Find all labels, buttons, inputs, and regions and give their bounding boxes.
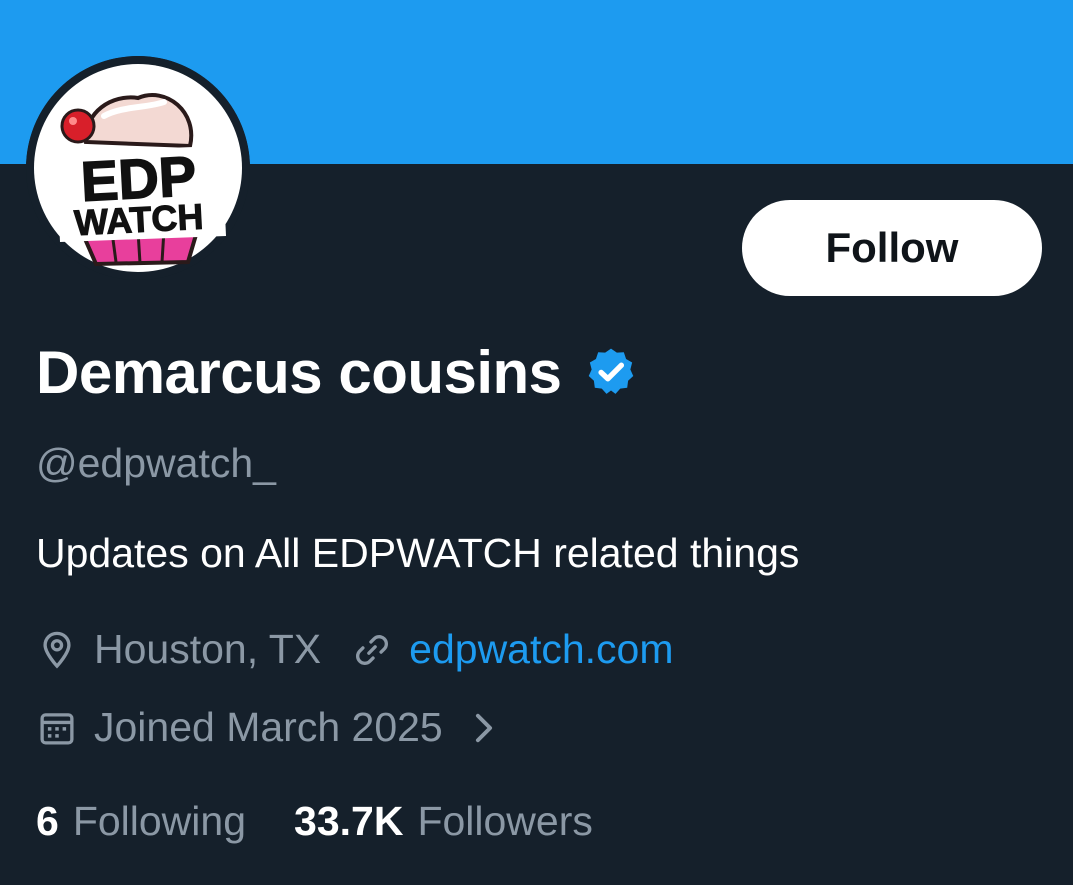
display-name-row: Demarcus cousins <box>36 332 638 412</box>
followers-label: Followers <box>417 798 593 844</box>
location-pin-icon <box>36 629 78 671</box>
edp-watch-logo: EDP WATCH <box>26 56 250 280</box>
logo-text-watch: WATCH <box>73 196 204 244</box>
followers-stat[interactable]: 33.7K Followers <box>294 798 593 845</box>
calendar-icon <box>36 707 78 749</box>
chevron-right-icon[interactable] <box>467 707 501 749</box>
verified-badge-icon[interactable] <box>584 345 638 399</box>
display-name: Demarcus cousins <box>36 338 562 406</box>
profile-stats: 6 Following 33.7K Followers <box>36 798 593 845</box>
profile-joined-date: Joined March 2025 <box>94 704 443 750</box>
follow-button[interactable]: Follow <box>742 200 1042 296</box>
profile-location: Houston, TX <box>94 626 322 672</box>
avatar[interactable]: EDP WATCH <box>26 56 250 280</box>
profile-bio: Updates on All EDPWATCH related things <box>36 530 800 576</box>
following-label: Following <box>72 798 247 844</box>
profile-meta-location-link: Houston, TX edpwatch.com <box>36 626 674 673</box>
profile-meta-joined[interactable]: Joined March 2025 <box>36 704 501 751</box>
link-icon <box>351 629 393 671</box>
following-count: 6 <box>36 798 59 844</box>
profile-website-link[interactable]: edpwatch.com <box>409 626 673 673</box>
profile-handle: @edpwatch_ <box>36 440 276 486</box>
following-stat[interactable]: 6 Following <box>36 798 246 845</box>
followers-count: 33.7K <box>294 798 404 844</box>
